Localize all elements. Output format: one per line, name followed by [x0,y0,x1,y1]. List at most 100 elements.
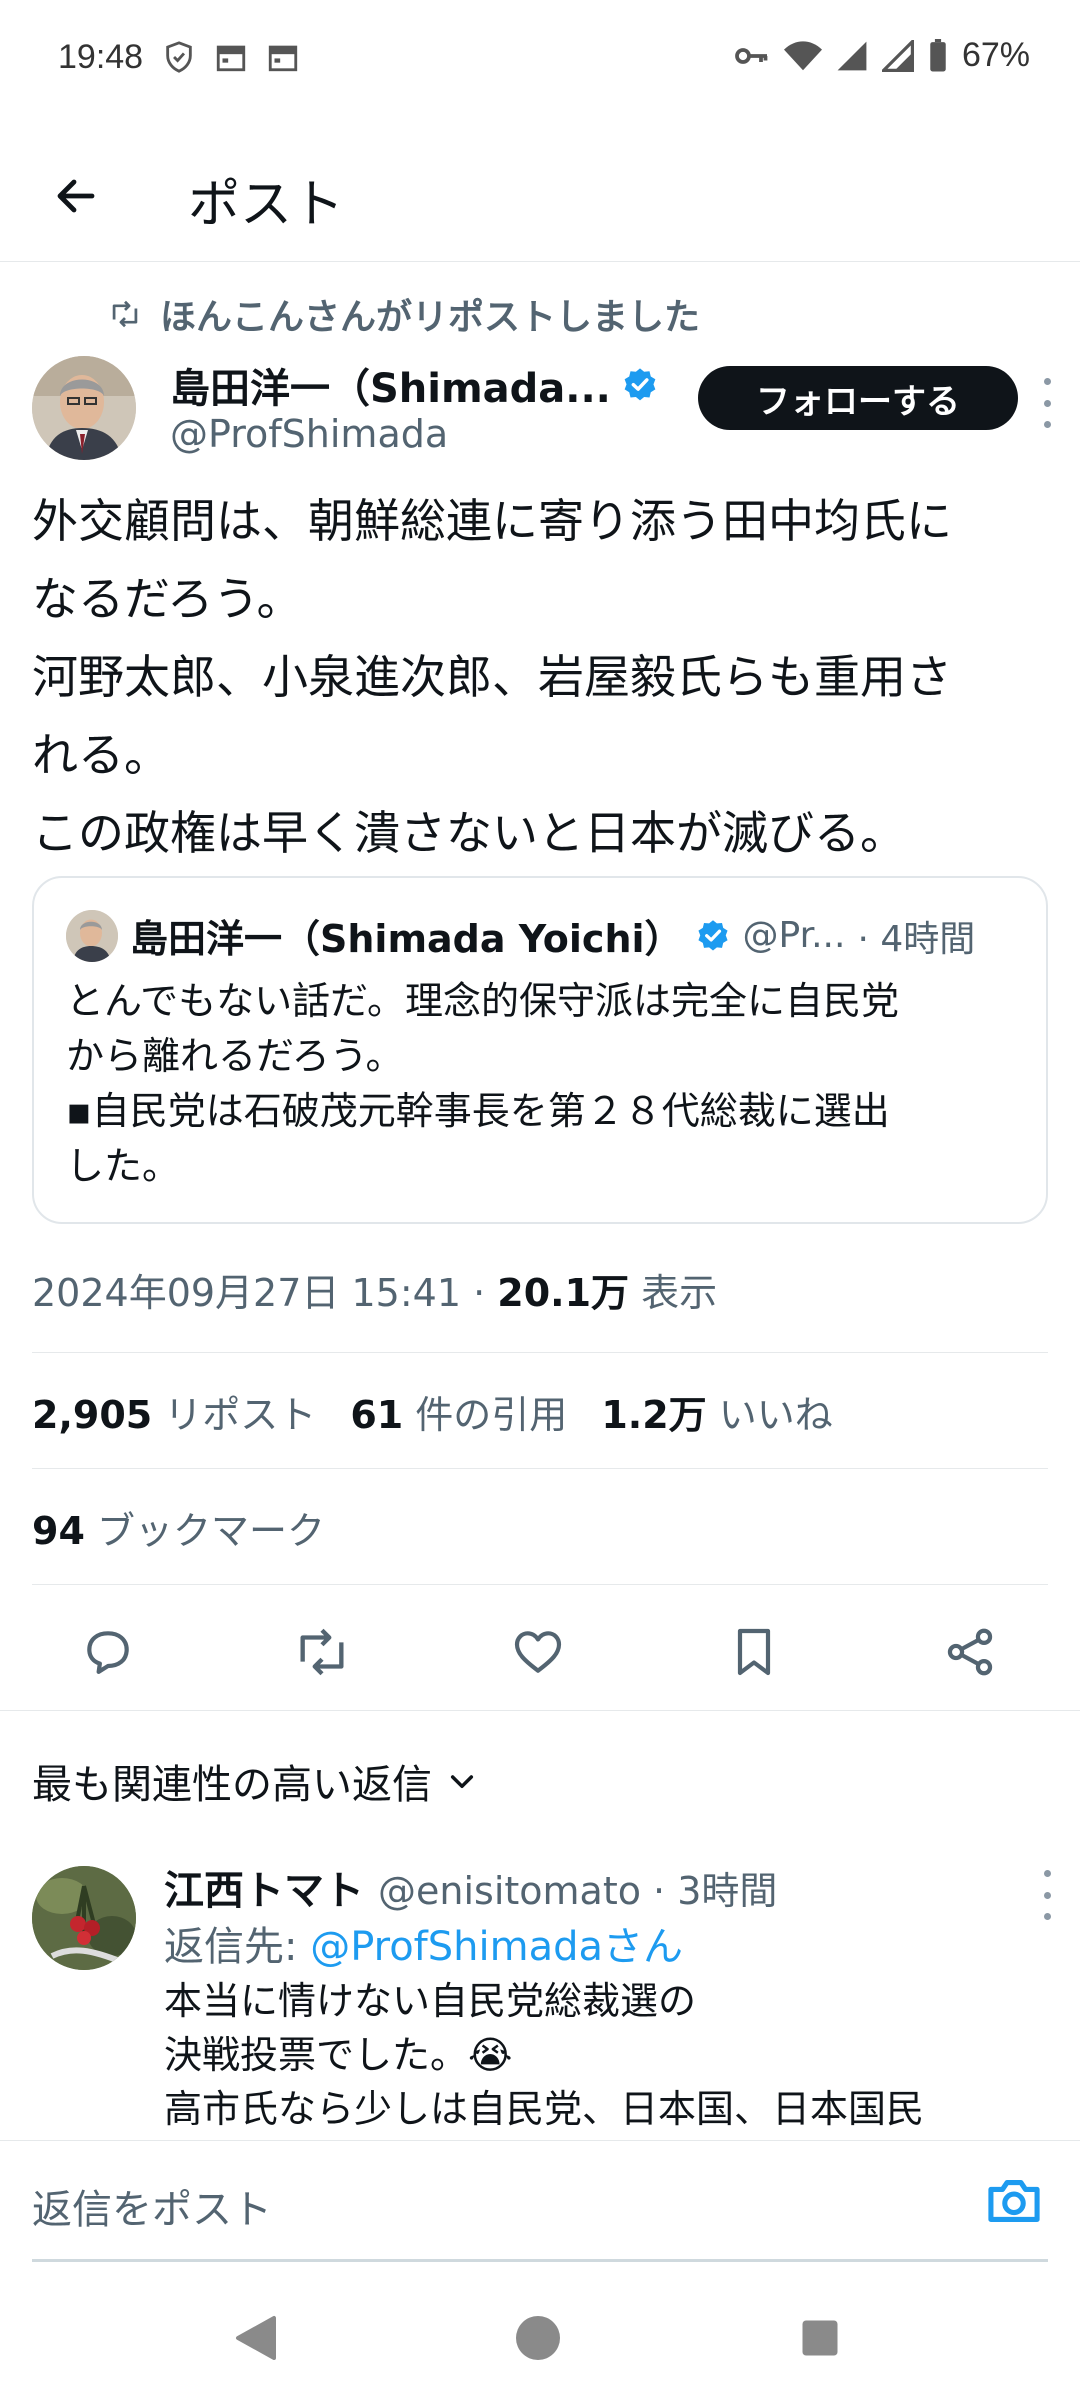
reposts-stat[interactable]: 2,905 リポスト [32,1384,316,1439]
reply-line: 高市氏なら少しは自民党、日本国、日本国民 [164,2087,925,2131]
back-button[interactable] [46,166,106,226]
status-time: 19:48 [58,38,144,76]
quotes-stat[interactable]: 61 件の引用 [350,1384,567,1439]
tweet-line: れる。 [32,728,170,782]
quoted-line: から離れるだろう。 [66,1034,404,1078]
reply-sort-dropdown[interactable]: 最も関連性の高い返信 [32,1752,478,1810]
avatar[interactable] [32,356,136,460]
heart-icon [514,1631,562,1673]
reply-compose-bar: 返信をポスト [0,2140,1080,2262]
quoted-line: した。 [66,1144,181,1188]
quotes-label: 件の引用 [415,1393,568,1437]
reply-line: 本当に情けない自民党総裁選の [164,1979,697,2023]
nav-home-button[interactable] [508,2308,568,2368]
bookmarks-count: 94 [32,1509,85,1553]
bookmarks-stat[interactable]: 94 ブックマーク [32,1500,325,1555]
likes-label: いいね [718,1393,833,1437]
reply-input[interactable]: 返信をポスト [32,2177,272,2235]
calendar-icon [268,45,298,72]
reply-to-prefix: 返信先: [164,1924,311,1970]
page-title: ポスト [188,175,345,235]
divider [32,1584,1048,1585]
divider [0,1710,1080,1711]
status-bar: 19:48 67% [0,0,1080,120]
more-options-icon[interactable] [1032,378,1062,428]
reposts-label: リポスト [164,1393,317,1437]
battery-icon [930,38,946,71]
quoted-avatar [66,909,118,962]
more-options-icon[interactable] [1032,1870,1062,1920]
engagement-stats: 2,905 リポスト 61 件の引用 1.2万 いいね [32,1384,833,1439]
divider [32,1352,1048,1353]
shield-icon [166,41,192,73]
reply-to: 返信先: @ProfShimadaさん [164,1914,683,1972]
reply-author-name[interactable]: 江西トマト [164,1858,364,1916]
follow-button[interactable]: フォローする [698,366,1018,430]
nav-back-button[interactable] [226,2308,286,2368]
tweet-line: なるだろう。 [32,572,303,626]
reply-to-link[interactable]: @ProfShimadaさん [310,1924,683,1970]
author-name[interactable]: 島田洋一（Shimada... [170,356,611,414]
share-icon [947,1628,993,1676]
reply-button[interactable] [76,1620,140,1684]
quotes-count: 61 [350,1393,404,1437]
reply-author-photo [32,1866,136,1970]
reposts-count: 2,905 [32,1393,153,1437]
views-count: 20.1万 [497,1271,630,1315]
reply-author-handle[interactable]: @enisitomato · 3時間 [378,1860,777,1915]
divider [32,1468,1048,1469]
chevron-down-icon [450,1775,474,1789]
camera-button[interactable] [984,2173,1044,2229]
tweet-text: 外交顧問は、朝鮮総連に寄り添う田中均氏に なるだろう。 河野太郎、小泉進次郎、岩… [32,482,1052,872]
reply-tweet[interactable]: 江西トマト @enisitomato · 3時間 返信先: @ProfShima… [32,1858,1051,2148]
bookmark-button[interactable] [722,1620,786,1684]
quoted-author-name: 島田洋一（Shimada Yoichi） [130,917,683,961]
square-recents-icon [802,2320,838,2356]
signal-icon [837,41,867,70]
tweet-line: この政権は早く潰さないと日本が滅びる。 [32,806,906,860]
quoted-line: とんでもない話だ。理念的保守派は完全に自民党 [66,979,899,1023]
like-button[interactable] [506,1620,570,1684]
repost-button[interactable] [290,1620,354,1684]
author-handle[interactable]: @ProfShimada [170,412,448,456]
camera-icon [988,2180,1040,2222]
repost-icon [300,1628,344,1676]
tweet-author: 島田洋一（Shimada... @ProfShimada フォローする [32,352,1051,462]
bookmark-icon [737,1628,771,1676]
input-underline [32,2259,1048,2262]
author-photo [32,356,136,460]
quoted-tweet[interactable]: 島田洋一（Shimada Yoichi） @Pr... · 4時間 とんでもない… [32,876,1048,1224]
quoted-line: ▪自民党は石破茂元幹事長を第２８代総裁に選出 [66,1089,890,1133]
quoted-author-photo [66,909,118,962]
share-button[interactable] [938,1620,1002,1684]
circle-home-icon [516,2316,560,2360]
top-app-bar: ポスト [0,130,1080,262]
bookmarks-label: ブックマーク [96,1509,325,1553]
avatar[interactable] [32,1866,136,1970]
reply-text: 本当に情けない自民党総裁選の 決戦投票でした。😭 高市氏なら少しは自民党、日本国… [164,1974,924,2136]
signal-icon [881,39,914,72]
repost-notice[interactable]: ほんこんさんがリポストしました [108,288,700,340]
nav-recents-button[interactable] [790,2308,850,2368]
action-bar [0,1610,1080,1690]
repost-icon [112,300,138,328]
tweet-line: 外交顧問は、朝鮮総連に寄り添う田中均氏に [32,494,952,548]
tweet-line: 河野太郎、小泉進次郎、岩屋毅氏らも重用さ [32,650,952,704]
system-nav-bar [0,2280,1080,2400]
tweet-datetime: 2024年09月27日 15:41 · [32,1271,498,1315]
reply-icon [87,1631,129,1674]
tweet-timestamp: 2024年09月27日 15:41 · 20.1万 表示 [32,1262,717,1317]
quoted-time: · 4時間 [857,918,976,960]
likes-count: 1.2万 [601,1393,707,1437]
repost-notice-text: ほんこんさんがリポストしました [160,297,701,338]
verified-badge-icon [697,919,728,951]
arrow-left-icon [57,179,95,213]
calendar-icon [216,45,246,72]
views-label: 表示 [629,1271,718,1315]
verified-badge-icon [624,368,656,401]
triangle-back-icon [236,2316,276,2360]
likes-stat[interactable]: 1.2万 いいね [601,1384,832,1439]
quoted-text: とんでもない話だ。理念的保守派は完全に自民党 から離れるだろう。 ▪自民党は石破… [66,974,1026,1194]
battery-percent: 67% [961,36,1030,74]
key-icon [735,47,768,64]
